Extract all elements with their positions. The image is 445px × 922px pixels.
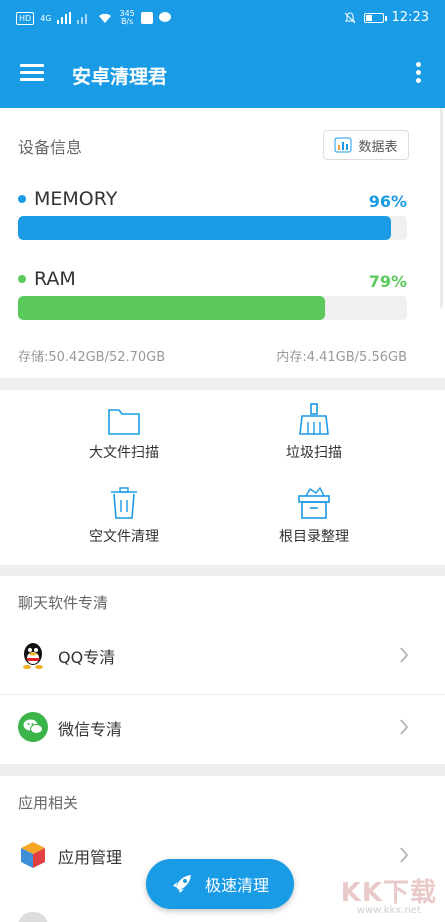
- chart-icon: [334, 137, 352, 153]
- network-type: 4G: [40, 13, 52, 23]
- ram-dot: [18, 275, 26, 283]
- junk-scan-button[interactable]: 垃圾扫描: [234, 402, 394, 462]
- app-title: 安卓清理君: [72, 66, 168, 88]
- divider: [0, 694, 445, 695]
- device-info-card: 设备信息 数据表 MEMORY 96% RAM 79% 存储:50.42GB/5…: [0, 108, 445, 378]
- message-icon: [158, 12, 171, 22]
- memory-info: 内存:4.41GB/5.56GB: [276, 350, 407, 365]
- large-file-scan-button[interactable]: 大文件扫描: [44, 406, 204, 462]
- wechat-icon: [18, 712, 48, 742]
- storage-info: 存储:50.42GB/52.70GB: [18, 350, 166, 365]
- battery-icon: [363, 12, 387, 23]
- hd-badge: HD: [16, 11, 35, 25]
- chevron-right-icon: [400, 647, 409, 663]
- ram-bar: [18, 296, 407, 320]
- status-right: 12:23: [344, 10, 429, 25]
- qq-clean-row[interactable]: QQ专清: [0, 626, 445, 686]
- ram-label: RAM: [18, 268, 76, 290]
- memory-label: MEMORY: [18, 188, 117, 210]
- clock: 12:23: [391, 10, 429, 25]
- watermark: KK下载 www.kkx.net: [340, 878, 437, 916]
- wifi-icon: [99, 13, 112, 23]
- scrollbar[interactable]: [440, 108, 443, 308]
- wechat-clean-row[interactable]: 微信专清: [0, 698, 445, 758]
- memory-percent: 96%: [368, 192, 407, 211]
- notification-icon: [140, 12, 153, 24]
- memory-bar-fill: [18, 216, 392, 240]
- signal-icon: [57, 12, 72, 24]
- folder-icon: [108, 409, 140, 435]
- box-icon: [298, 486, 330, 519]
- rocket-icon: [172, 875, 191, 893]
- device-info-title: 设备信息: [18, 138, 83, 157]
- apps-section-title: 应用相关: [18, 794, 79, 812]
- memory-bar: [18, 216, 407, 240]
- more-options-icon[interactable]: [415, 62, 421, 84]
- data-table-button[interactable]: 数据表: [323, 130, 409, 160]
- ram-percent: 79%: [368, 272, 407, 291]
- broom-icon: [299, 403, 329, 435]
- network-speed: 345 B/s: [119, 9, 135, 26]
- chevron-right-icon: [400, 847, 409, 863]
- empty-file-clean-button[interactable]: 空文件清理: [44, 486, 204, 546]
- ram-bar-fill: [18, 296, 326, 320]
- tools-grid: 大文件扫描 垃圾扫描 空文件清理 根目录整理: [0, 390, 445, 565]
- mute-icon: [344, 12, 355, 23]
- chat-section-title: 聊天软件专清: [18, 594, 109, 612]
- quick-clean-button[interactable]: 极速清理: [146, 859, 294, 909]
- status-left: HD 4G 345 B/s: [16, 10, 171, 26]
- chevron-right-icon: [400, 719, 409, 735]
- chat-apps-card: 聊天软件专清 QQ专清 微信专清: [0, 576, 445, 764]
- app-bar: 安卓清理君: [0, 38, 445, 108]
- partial-app-icon: [18, 912, 48, 922]
- root-dir-organize-button[interactable]: 根目录整理: [234, 486, 394, 546]
- qq-icon: [23, 643, 43, 669]
- memory-dot: [18, 195, 26, 203]
- status-bar: HD 4G 345 B/s 12:23: [0, 0, 445, 38]
- cube-icon: [21, 842, 45, 868]
- signal-icon-2: [77, 14, 88, 24]
- menu-icon[interactable]: [20, 64, 44, 82]
- trash-icon: [111, 487, 137, 519]
